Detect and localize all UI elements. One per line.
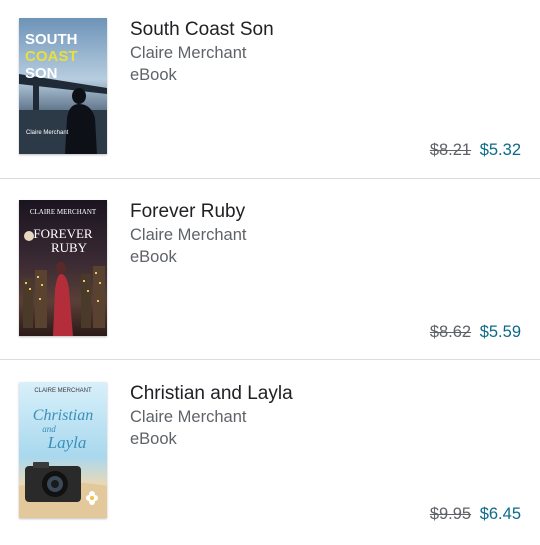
book-info: Forever Ruby Claire Merchant eBook [130, 200, 520, 268]
divider [0, 359, 540, 360]
original-price: $8.62 [429, 323, 472, 341]
book-info: South Coast Son Claire Merchant eBook [130, 18, 520, 86]
book-author[interactable]: Claire Merchant [130, 42, 520, 64]
book-cover[interactable]: SOUTH COAST SON Claire Merchant [19, 18, 107, 154]
book-title[interactable]: South Coast Son [130, 18, 520, 42]
book-author[interactable]: Claire Merchant [130, 406, 520, 428]
book-cover[interactable]: CLAIRE MERCHANT Christian and Layla [19, 382, 107, 518]
book-title[interactable]: Christian and Layla [130, 382, 520, 406]
list-item[interactable]: SOUTH COAST SON Claire Merchant South Co… [0, 0, 540, 181]
cover-author: CLAIRE MERCHANT [34, 388, 92, 394]
original-price: $9.95 [429, 505, 472, 523]
cover-title-line: COAST [25, 48, 78, 65]
book-title[interactable]: Forever Ruby [130, 200, 520, 224]
book-format: eBook [130, 248, 177, 266]
cover-title-line: FOREVER [33, 226, 93, 241]
price-group: $8.62 $5.59 [430, 321, 521, 343]
book-info: Christian and Layla Claire Merchant eBoo… [130, 382, 520, 450]
book-format: eBook [130, 430, 177, 448]
cover-author: CLAIRE MERCHANT [30, 208, 97, 216]
book-list: SOUTH COAST SON Claire Merchant South Co… [0, 0, 540, 540]
cover-art-forever-ruby: CLAIRE MERCHANT FOREVER RUBY [19, 200, 107, 336]
cover-author: Claire Merchant [26, 130, 69, 136]
price-group: $9.95 $6.45 [430, 503, 521, 525]
book-cover[interactable]: CLAIRE MERCHANT FOREVER RUBY [19, 200, 107, 336]
sale-price: $5.32 [479, 141, 521, 159]
original-price: $8.21 [429, 141, 472, 159]
list-item[interactable]: CLAIRE MERCHANT FOREVER RUBY Forever Rub… [0, 182, 540, 363]
cover-title-line: Layla [47, 433, 87, 452]
cover-art-south-coast-son: SOUTH COAST SON Claire Merchant [19, 18, 107, 154]
price-group: $8.21 $5.32 [430, 139, 521, 161]
cover-art-christian-and-layla: CLAIRE MERCHANT Christian and Layla [19, 382, 107, 518]
list-item[interactable]: CLAIRE MERCHANT Christian and Layla Chri… [0, 364, 540, 545]
divider [0, 178, 540, 179]
cover-title-line: Christian [33, 407, 93, 424]
book-author[interactable]: Claire Merchant [130, 224, 520, 246]
sale-price: $5.59 [479, 323, 521, 341]
sale-price: $6.45 [479, 505, 521, 523]
cover-title-line: RUBY [51, 240, 88, 255]
book-format: eBook [130, 66, 177, 84]
cover-title-line: SON [25, 65, 58, 82]
cover-title-line: SOUTH [25, 31, 78, 48]
